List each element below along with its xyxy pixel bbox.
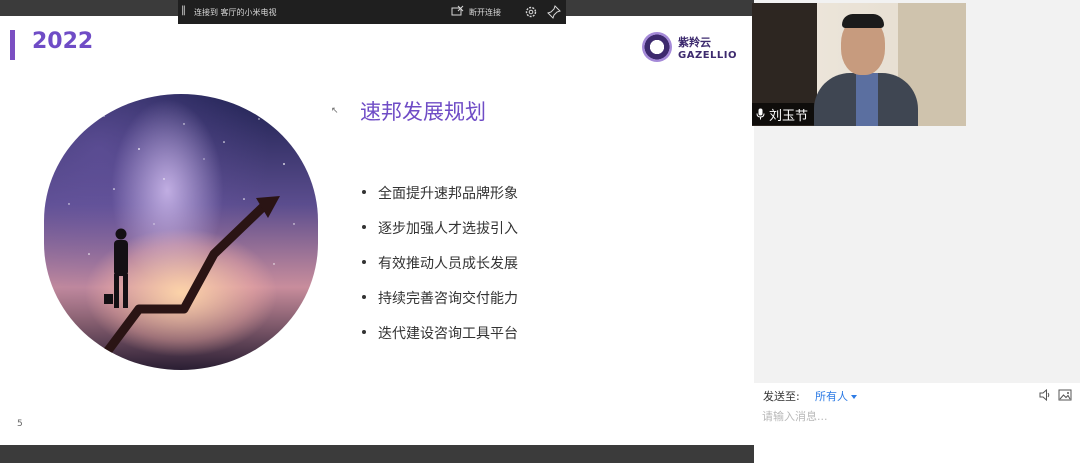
gazellio-logo: 紫羚云 GAZELLIO xyxy=(642,32,742,66)
bullet-dot-icon xyxy=(362,330,366,334)
remote-connection-bar[interactable]: ‖ 连接到 客厅的小米电视 断开连接 xyxy=(178,0,566,24)
chat-composer: 发送至: 所有人 xyxy=(754,383,1080,463)
bottom-border xyxy=(0,445,754,463)
bullet-text: 逐步加强人才选拔引入 xyxy=(378,221,518,237)
star-field xyxy=(68,115,295,265)
participant-video[interactable]: 刘玉节 xyxy=(752,3,966,126)
bullet-text: 持续完善咨询交付能力 xyxy=(378,291,518,307)
bullet-dot-icon xyxy=(362,295,366,299)
bullet-text: 全面提升速邦品牌形象 xyxy=(378,186,518,202)
mouse-cursor-icon: ↖ xyxy=(331,106,339,116)
logo-en-text: GAZELLIO xyxy=(678,50,737,61)
chevron-down-icon xyxy=(851,395,857,399)
bullet-text: 有效推动人员成长发展 xyxy=(378,256,518,272)
bullet-item: 有效推动人员成长发展 xyxy=(362,253,518,288)
bullet-item: 逐步加强人才选拔引入 xyxy=(362,218,518,253)
recipient-value: 所有人 xyxy=(815,390,848,403)
logo-mark-icon xyxy=(642,32,672,62)
businessman-silhouette xyxy=(104,228,128,308)
growth-arrow-illustration xyxy=(68,115,295,359)
bullet-dot-icon xyxy=(362,190,366,194)
logo-cn-text: 紫羚云 xyxy=(678,36,711,49)
slide-year: 2022 xyxy=(32,29,94,54)
slide-title: 速邦发展规划 xyxy=(360,100,486,124)
bullet-item: 持续完善咨询交付能力 xyxy=(362,288,518,323)
bullet-item: 全面提升速邦品牌形象 xyxy=(362,183,518,218)
presentation-slide: 2022 紫羚云 GAZELLIO ↖ 速邦发展规划 全面提升速邦品牌形象 逐步… xyxy=(0,16,754,445)
bullet-dot-icon xyxy=(362,225,366,229)
video-person-hair xyxy=(842,14,884,28)
image-icon[interactable] xyxy=(1058,388,1072,402)
disconnect-button[interactable]: 断开连接 xyxy=(469,7,501,18)
bullet-list: 全面提升速邦品牌形象 逐步加强人才选拔引入 有效推动人员成长发展 持续完善咨询交… xyxy=(362,183,518,358)
year-accent-bar xyxy=(10,30,15,60)
bullet-dot-icon xyxy=(362,260,366,264)
growth-arrow-image xyxy=(44,94,318,370)
bullet-text: 迭代建设咨询工具平台 xyxy=(378,326,518,342)
connection-status-text: 连接到 客厅的小米电视 xyxy=(194,8,277,17)
participant-name: 刘玉节 xyxy=(769,108,809,124)
gear-icon[interactable] xyxy=(524,5,538,19)
video-person-shirt xyxy=(856,73,878,126)
speaker-icon[interactable] xyxy=(1038,388,1052,402)
send-to-label: 发送至: xyxy=(763,390,800,403)
slide-page-number: 5 xyxy=(17,419,23,429)
pin-icon[interactable] xyxy=(547,5,561,19)
participant-name-tag: 刘玉节 xyxy=(752,103,815,125)
bullet-item: 迭代建设咨询工具平台 xyxy=(362,323,518,358)
drag-handle-icon[interactable]: ‖ xyxy=(181,5,186,16)
microphone-icon xyxy=(756,108,765,120)
disconnect-icon[interactable] xyxy=(451,5,464,18)
message-input[interactable] xyxy=(762,406,1062,426)
recipient-dropdown[interactable]: 所有人 xyxy=(815,388,857,404)
